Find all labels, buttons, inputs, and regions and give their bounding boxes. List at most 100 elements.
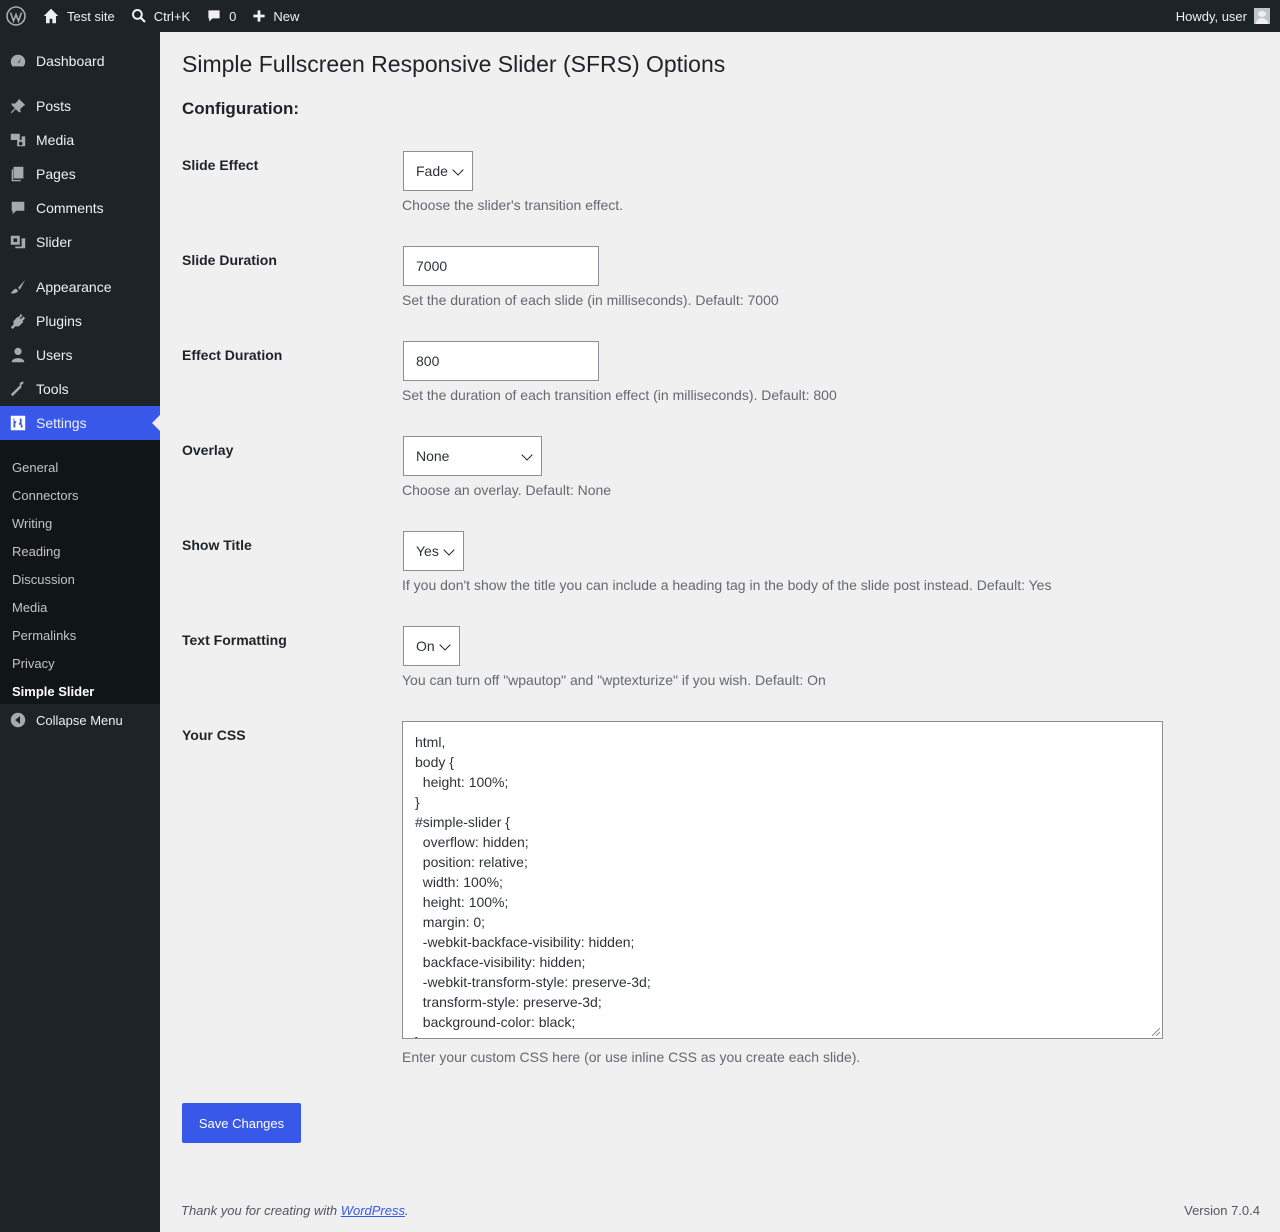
sidebar-item-comments[interactable]: Comments (0, 191, 160, 225)
paintbrush-icon (10, 279, 26, 294)
sidebar-item-dashboard[interactable]: Dashboard (0, 44, 160, 78)
pin-icon (10, 98, 26, 114)
wordpress-link[interactable]: WordPress (341, 1203, 405, 1218)
show-title-description: If you don't show the title you can incl… (402, 577, 1052, 593)
plus-icon (253, 10, 266, 22)
show-title-select[interactable]: Yes (403, 531, 464, 571)
comment-icon (208, 10, 220, 22)
footer-thanks-prefix: Thank you for creating with (181, 1203, 341, 1218)
submenu-item-permalinks[interactable]: Permalinks (12, 621, 76, 649)
search-icon (131, 9, 146, 23)
slide-effect-value: Fade (416, 163, 448, 179)
chevron-down-icon (439, 639, 451, 651)
settings-submenu: General Connectors Writing Reading Discu… (0, 440, 160, 704)
footer-thanks-suffix: . (405, 1203, 409, 1218)
text-formatting-value: On (416, 638, 435, 654)
effect-duration-label: Effect Duration (182, 347, 283, 363)
custom-css-content: html, body { height: 100%; } #simple-sli… (415, 734, 651, 1038)
sidebar-item-label: Slider (36, 234, 72, 250)
sidebar-item-settings[interactable]: Settings (0, 406, 160, 440)
sidebar-item-tools[interactable]: Tools (0, 372, 160, 406)
new-content-button[interactable]: New (244, 0, 307, 32)
user-icon (11, 347, 25, 363)
chevron-down-icon (452, 164, 464, 176)
wordpress-icon (6, 6, 26, 26)
slide-effect-label: Slide Effect (182, 157, 259, 173)
pages-icon (11, 166, 24, 182)
submenu-item-media[interactable]: Media (12, 593, 47, 621)
sidebar-item-slider[interactable]: Slider (0, 225, 160, 259)
sidebar-item-media[interactable]: Media (0, 123, 160, 157)
avatar (1254, 8, 1270, 24)
submenu-item-connectors[interactable]: Connectors (12, 481, 78, 509)
sidebar-item-label: Settings (36, 415, 87, 431)
search-shortcut: Ctrl+K (153, 8, 191, 24)
dashboard-icon (10, 54, 26, 67)
admin-bar: Test site Ctrl+K 0 New Howdy, user (0, 0, 1280, 32)
sidebar-item-label: Users (36, 347, 73, 363)
collapse-menu-label: Collapse Menu (36, 712, 123, 728)
new-label: New (273, 8, 300, 24)
sidebar-item-appearance[interactable]: Appearance (0, 270, 160, 304)
resize-handle-icon[interactable] (1152, 1028, 1160, 1036)
sidebar-item-label: Appearance (36, 279, 112, 295)
overlay-description: Choose an overlay. Default: None (402, 482, 612, 498)
overlay-label: Overlay (182, 442, 234, 458)
slide-effect-select[interactable]: Fade (403, 151, 473, 191)
show-title-value: Yes (416, 543, 439, 559)
footer-version: Version 7.0.4 (1184, 1203, 1260, 1218)
text-formatting-description: You can turn off "wpautop" and "wptextur… (402, 672, 826, 688)
media-icon (10, 133, 26, 147)
sidebar-item-label: Posts (36, 98, 72, 114)
chevron-down-icon (443, 544, 455, 556)
your-css-label: Your CSS (182, 727, 246, 743)
your-css-description: Enter your custom CSS here (or use inlin… (402, 1049, 861, 1065)
text-formatting-select[interactable]: On (403, 626, 460, 666)
submenu-item-simple-slider[interactable]: Simple Slider (12, 677, 94, 705)
submenu-item-discussion[interactable]: Discussion (12, 565, 75, 593)
command-palette-button[interactable]: Ctrl+K (123, 0, 198, 32)
sidebar-item-label: Media (36, 132, 75, 148)
chevron-down-icon (521, 449, 533, 461)
submenu-item-privacy[interactable]: Privacy (12, 649, 55, 677)
text-formatting-label: Text Formatting (182, 632, 287, 648)
sidebar-item-label: Pages (36, 166, 76, 182)
footer-thanks: Thank you for creating with WordPress. (181, 1203, 409, 1218)
wordpress-logo-button[interactable] (0, 0, 34, 32)
submenu-item-writing[interactable]: Writing (12, 509, 52, 537)
section-title: Configuration: (182, 99, 300, 118)
comment-icon (11, 201, 25, 215)
effect-duration-input[interactable]: 800 (403, 341, 599, 381)
user-account-menu[interactable]: Howdy, user (1176, 0, 1280, 32)
slide-duration-input[interactable]: 7000 (403, 246, 599, 286)
sidebar-item-label: Tools (36, 381, 69, 397)
plugin-icon (10, 313, 26, 330)
slide-duration-description: Set the duration of each slide (in milli… (402, 292, 779, 308)
save-changes-button[interactable]: Save Changes (182, 1103, 301, 1143)
collapse-menu-button[interactable]: Collapse Menu (0, 703, 160, 737)
show-title-label: Show Title (182, 537, 252, 553)
sidebar-item-label: Comments (36, 200, 104, 216)
comments-link[interactable]: 0 (198, 0, 244, 32)
submenu-item-general[interactable]: General (12, 453, 58, 481)
comments-count: 0 (229, 8, 237, 24)
sidebar-item-pages[interactable]: Pages (0, 157, 160, 191)
custom-css-textarea[interactable]: html, body { height: 100%; } #simple-sli… (402, 721, 1163, 1039)
submenu-item-reading[interactable]: Reading (12, 537, 60, 565)
overlay-select[interactable]: None (403, 436, 542, 476)
collapse-icon (10, 712, 26, 728)
overlay-value: None (416, 448, 450, 464)
site-name: Test site (67, 8, 115, 24)
sidebar-item-plugins[interactable]: Plugins (0, 304, 160, 338)
page-title: Simple Fullscreen Responsive Slider (SFR… (182, 51, 726, 77)
wrench-icon (10, 381, 24, 397)
greeting: Howdy, user (1175, 8, 1247, 24)
sidebar-item-users[interactable]: Users (0, 338, 160, 372)
sidebar-item-posts[interactable]: Posts (0, 89, 160, 123)
settings-icon (10, 415, 26, 431)
slide-duration-label: Slide Duration (182, 252, 277, 268)
home-icon (43, 8, 59, 24)
effect-duration-description: Set the duration of each transition effe… (402, 387, 837, 403)
site-name-link[interactable]: Test site (34, 0, 123, 32)
sidebar-item-label: Plugins (36, 313, 82, 329)
